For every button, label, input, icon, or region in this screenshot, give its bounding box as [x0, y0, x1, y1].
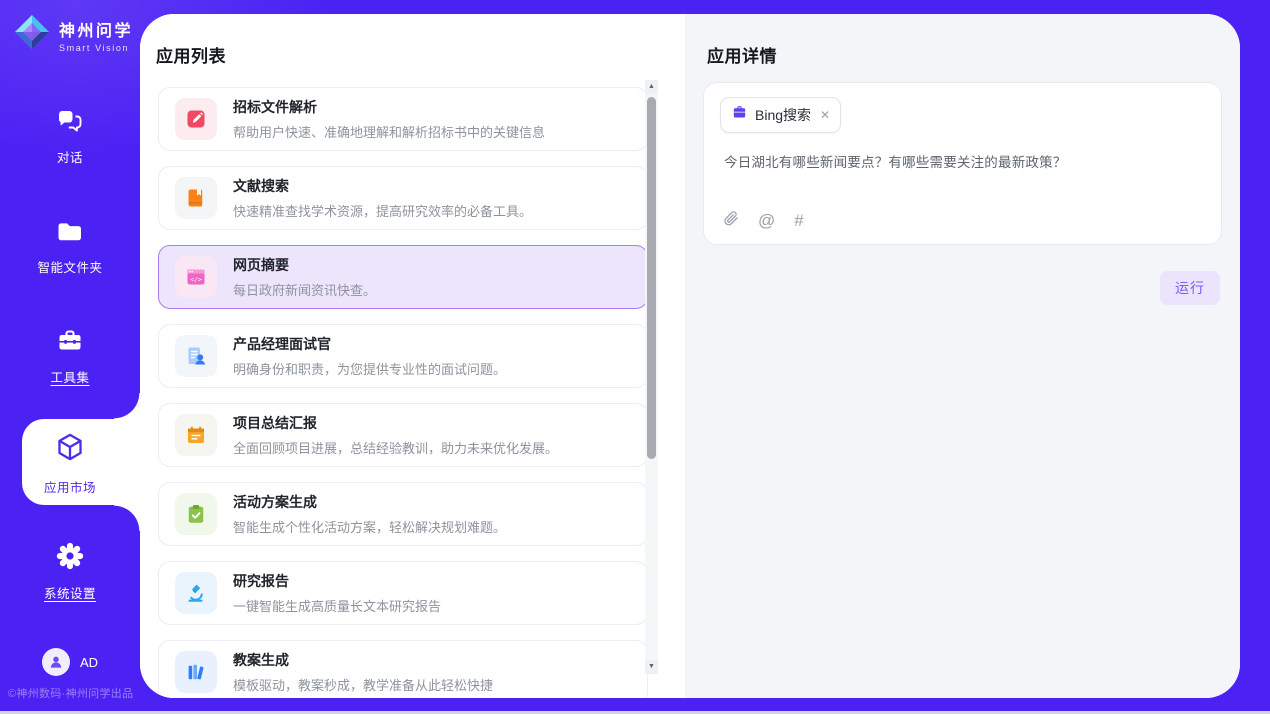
chat-icon	[56, 108, 84, 139]
app-card-description: 智能生成个性化活动方案，轻松解决规划难题。	[233, 517, 506, 536]
run-button[interactable]: 运行	[1160, 271, 1220, 305]
person-doc-icon	[175, 335, 217, 377]
books-icon	[175, 651, 217, 693]
app-card-bid-analysis[interactable]: 招标文件解析 帮助用户快速、准确地理解和解析招标书中的关键信息	[158, 87, 648, 151]
svg-text:</>: </>	[190, 275, 202, 283]
user-name: AD	[80, 655, 98, 670]
app-card-title: 教案生成	[233, 650, 493, 670]
sidebar: 神州问学 Smart Vision 对话 智能文件夹	[0, 0, 140, 714]
app-card-description: 全面回顾项目进展，总结经验教训，助力未来优化发展。	[233, 438, 558, 457]
app-card-description: 一键智能生成高质量长文本研究报告	[233, 596, 441, 615]
app-detail-title: 应用详情	[707, 42, 1240, 67]
scrollbar-thumb[interactable]	[647, 97, 656, 459]
sidebar-item-chat[interactable]: 对话	[0, 108, 140, 166]
tool-tag-label: Bing搜索	[755, 105, 811, 125]
tool-tag-bing-search[interactable]: Bing搜索 ✕	[720, 97, 841, 133]
app-card-research-report[interactable]: 研究报告 一键智能生成高质量长文本研究报告	[158, 561, 648, 625]
list-scrollbar[interactable]: ▲ ▼	[645, 80, 658, 674]
app-card-literature-search[interactable]: 文献搜索 快速精准查找学术资源，提高研究效率的必备工具。	[158, 166, 648, 230]
microscope-icon	[175, 572, 217, 614]
app-card-pm-interviewer[interactable]: 产品经理面试官 明确身份和职责，为您提供专业性的面试问题。	[158, 324, 648, 388]
scrollbar-down-icon[interactable]: ▼	[645, 660, 658, 674]
app-card-description: 快速精准查找学术资源，提高研究效率的必备工具。	[233, 201, 532, 220]
tag-close-icon[interactable]: ✕	[820, 108, 830, 122]
sidebar-item-label: 智能文件夹	[37, 257, 102, 276]
paperclip-icon[interactable]	[724, 210, 739, 230]
toolbox-icon	[56, 328, 84, 359]
app-card-title: 活动方案生成	[233, 492, 506, 512]
sidebar-item-label: 工具集	[50, 367, 89, 386]
sidebar-item-label: 系统设置	[44, 583, 96, 602]
gear-icon	[56, 542, 84, 575]
brand-name: 神州问学	[59, 17, 133, 41]
hashtag-icon[interactable]: #	[794, 212, 803, 229]
prompt-card[interactable]: Bing搜索 ✕ 今日湖北有哪些新闻要点？有哪些需要关注的最新政策？ @ #	[703, 82, 1222, 245]
app-card-lesson-plan[interactable]: 教案生成 模板驱动，教案秒成，教学准备从此轻松快捷	[158, 640, 648, 698]
app-card-description: 帮助用户快速、准确地理解和解析招标书中的关键信息	[233, 122, 545, 141]
mention-at-icon[interactable]: @	[758, 212, 775, 229]
avatar	[42, 648, 70, 676]
app-card-title: 产品经理面试官	[233, 334, 506, 354]
cube-icon	[55, 432, 85, 469]
user-account[interactable]: AD	[0, 648, 140, 676]
app-list-panel: 应用列表 招标文件解析 帮助用户快速、准确地理解和解析招标书中的关键信息	[140, 14, 685, 698]
app-card-title: 项目总结汇报	[233, 413, 558, 433]
sidebar-item-app-market[interactable]: 应用市场	[0, 432, 140, 496]
briefcase-icon	[731, 104, 748, 126]
app-list-title: 应用列表	[156, 42, 685, 67]
app-list: 招标文件解析 帮助用户快速、准确地理解和解析招标书中的关键信息 文献搜索 快速精…	[158, 87, 648, 698]
browser-code-icon: </>	[175, 256, 217, 298]
app-card-title: 招标文件解析	[233, 97, 545, 117]
app-card-title: 研究报告	[233, 571, 441, 591]
pen-square-icon	[175, 98, 217, 140]
clipboard-check-icon	[175, 493, 217, 535]
calendar-icon	[175, 414, 217, 456]
app-card-description: 每日政府新闻资讯快查。	[233, 280, 376, 299]
sidebar-item-label: 应用市场	[44, 477, 96, 496]
app-card-description: 明确身份和职责，为您提供专业性的面试问题。	[233, 359, 506, 378]
app-detail-panel: 应用详情 Bing搜索 ✕ 今日湖北有哪些新闻要点？有哪些需要关注的最新政策？	[685, 14, 1240, 698]
app-card-description: 模板驱动，教案秒成，教学准备从此轻松快捷	[233, 675, 493, 694]
sidebar-item-settings[interactable]: 系统设置	[0, 542, 140, 602]
app-card-project-summary[interactable]: 项目总结汇报 全面回顾项目进展，总结经验教训，助力未来优化发展。	[158, 403, 648, 467]
scrollbar-up-icon[interactable]: ▲	[645, 80, 658, 94]
brand-logo: 神州问学 Smart Vision	[13, 13, 133, 56]
prompt-text[interactable]: 今日湖北有哪些新闻要点？有哪些需要关注的最新政策？	[724, 151, 1201, 171]
brand-subtitle: Smart Vision	[59, 43, 133, 53]
diamond-logo-icon	[13, 13, 51, 56]
prompt-toolbar: @ #	[724, 210, 804, 230]
sidebar-item-label: 对话	[57, 147, 83, 166]
app-card-web-summary[interactable]: </> 网页摘要 每日政府新闻资讯快查。	[158, 245, 648, 309]
app-card-title: 网页摘要	[233, 255, 376, 275]
copyright-text: ©神州数码·神州问学出品	[8, 685, 133, 701]
app-card-event-plan[interactable]: 活动方案生成 智能生成个性化活动方案，轻松解决规划难题。	[158, 482, 648, 546]
folder-icon	[56, 220, 84, 249]
sidebar-item-toolset[interactable]: 工具集	[0, 328, 140, 386]
book-icon	[175, 177, 217, 219]
app-card-title: 文献搜索	[233, 176, 532, 196]
sidebar-item-smart-folders[interactable]: 智能文件夹	[0, 220, 140, 276]
main-content: 应用列表 招标文件解析 帮助用户快速、准确地理解和解析招标书中的关键信息	[140, 14, 1240, 698]
